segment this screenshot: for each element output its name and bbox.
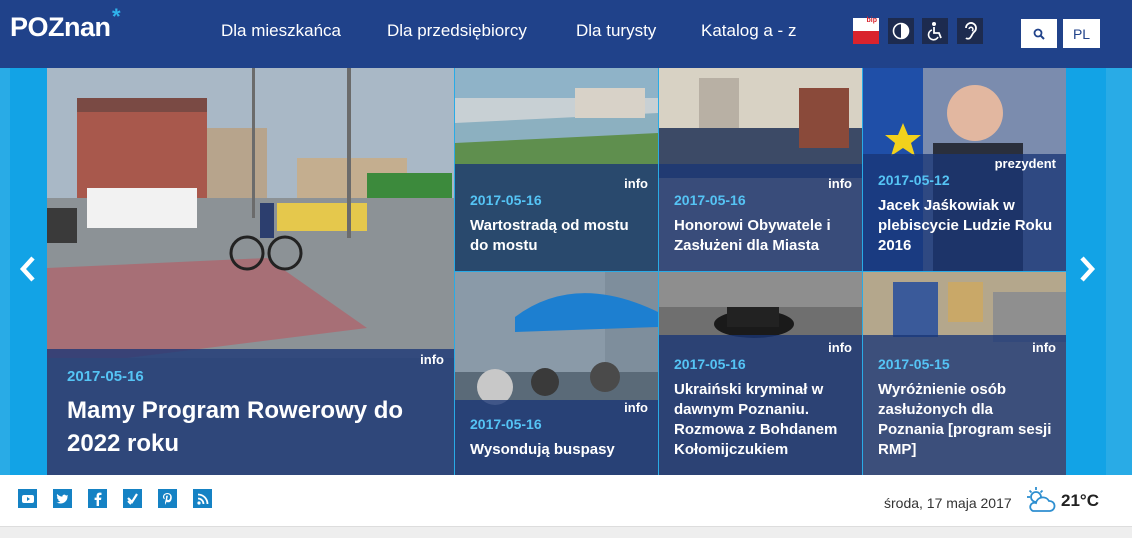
news-tile[interactable]: info 2017-05-16 Wysondują buspasy: [455, 272, 658, 475]
temperature: 21°C: [1061, 491, 1099, 510]
tile-title[interactable]: Wyróżnienie osób zasłużonych dla Poznani…: [878, 380, 1058, 460]
current-date: środa, 17 maja 2017: [884, 495, 1012, 511]
contrast-icon[interactable]: [888, 18, 914, 44]
tile-tag: info: [624, 400, 648, 415]
nav-residents[interactable]: Dla mieszkańca: [221, 21, 341, 41]
tile-tag: info: [624, 176, 648, 191]
twitter-icon[interactable]: [53, 489, 72, 508]
news-tile[interactable]: info 2017-05-15 Wyróżnienie osób zasłużo…: [863, 272, 1066, 475]
wheelchair-icon[interactable]: [922, 18, 948, 44]
tile-date: 2017-05-15: [878, 356, 950, 372]
youtube-icon[interactable]: [18, 489, 37, 508]
featured-tag: info: [420, 352, 444, 367]
language-button[interactable]: PL: [1063, 19, 1100, 48]
nav-business[interactable]: Dla przedsiębiorcy: [387, 21, 527, 41]
prev-slide-button[interactable]: [17, 252, 39, 295]
tile-tag: info: [828, 340, 852, 355]
tile-title[interactable]: Honorowi Obywatele i Zasłużeni dla Miast…: [674, 216, 854, 256]
tile-date: 2017-05-16: [674, 356, 746, 372]
chevron-left-icon: [19, 256, 35, 282]
tile-date: 2017-05-16: [470, 416, 542, 432]
next-slide-button[interactable]: [1076, 252, 1098, 295]
nav-tourists[interactable]: Dla turysty: [576, 21, 656, 41]
info-bar: środa, 17 maja 2017 21°C: [0, 475, 1132, 526]
featured-date: 2017-05-16: [67, 368, 144, 385]
pinterest-icon[interactable]: [158, 489, 177, 508]
partly-cloudy-icon: [1024, 486, 1056, 519]
news-tile[interactable]: info 2017-05-16 Ukraiński kryminał w daw…: [659, 272, 862, 475]
news-tile[interactable]: info 2017-05-16 Honorowi Obywatele i Zas…: [659, 68, 862, 271]
news-tile[interactable]: info 2017-05-16 Wartostradą od mostu do …: [455, 68, 658, 271]
news-slider: info 2017-05-16 Mamy Program Rowerowy do…: [0, 68, 1132, 475]
foursquare-icon[interactable]: [123, 489, 142, 508]
news-tile[interactable]: prezydent 2017-05-12 Jacek Jaśkowiak w p…: [863, 68, 1066, 271]
logo[interactable]: POZnan: [10, 12, 111, 43]
tile-title[interactable]: Wysondują buspasy: [470, 440, 650, 460]
chevron-right-icon: [1080, 256, 1096, 282]
site-header: POZnan * Dla mieszkańca Dla przedsiębior…: [0, 0, 1132, 68]
bip-icon[interactable]: bip: [853, 17, 879, 44]
tile-tag: info: [1032, 340, 1056, 355]
hearing-icon[interactable]: [957, 18, 983, 44]
tile-date: 2017-05-12: [878, 172, 950, 188]
search-button[interactable]: [1021, 19, 1057, 48]
nav-catalog[interactable]: Katalog a - z: [701, 21, 796, 41]
tile-title[interactable]: Wartostradą od mostu do mostu: [470, 216, 650, 256]
facebook-icon[interactable]: [88, 489, 107, 508]
tile-date: 2017-05-16: [674, 192, 746, 208]
tile-date: 2017-05-16: [470, 192, 542, 208]
tile-tag: info: [828, 176, 852, 191]
logo-star: *: [112, 4, 121, 29]
featured-title[interactable]: Mamy Program Rowerowy do 2022 roku: [67, 394, 437, 460]
rss-icon[interactable]: [193, 489, 212, 508]
bip-label: bip: [866, 17, 878, 24]
tile-tag: prezydent: [994, 156, 1056, 171]
footer-strip: [0, 526, 1132, 538]
featured-news-tile[interactable]: info 2017-05-16 Mamy Program Rowerowy do…: [47, 68, 454, 475]
search-icon: [1033, 28, 1045, 40]
tile-title[interactable]: Jacek Jaśkowiak w plebiscycie Ludzie Rok…: [878, 196, 1058, 256]
tile-title[interactable]: Ukraiński kryminał w dawnym Poznaniu. Ro…: [674, 380, 854, 460]
